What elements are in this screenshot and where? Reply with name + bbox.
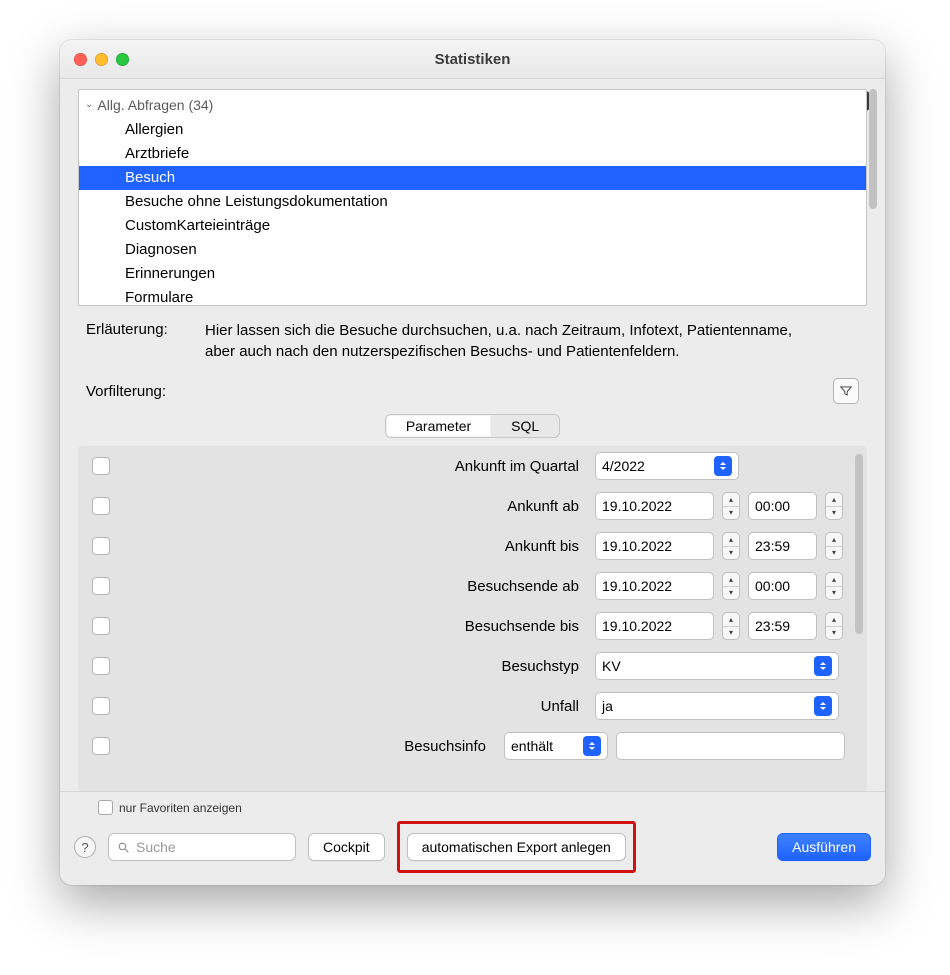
param-checkbox[interactable] <box>92 497 110 515</box>
time-input[interactable]: 00:00 <box>748 492 817 520</box>
select-value: KV <box>602 658 621 674</box>
parameter-panel: Ankunft im Quartal 4/2022 Ankunft ab <box>78 446 867 791</box>
date-input[interactable]: 19.10.2022 <box>595 572 714 600</box>
help-button[interactable]: ? <box>74 836 96 858</box>
param-checkbox[interactable] <box>92 697 110 715</box>
tree-group-header[interactable]: ⌄ Allg. Abfragen (34) <box>79 90 866 118</box>
time-stepper[interactable]: ▴▾ <box>825 572 843 600</box>
titlebar: Statistiken <box>60 40 885 79</box>
scrollbar-thumb[interactable] <box>869 89 877 209</box>
search-icon <box>117 841 130 854</box>
select-arrows-icon <box>583 736 601 756</box>
accident-select[interactable]: ja <box>595 692 839 720</box>
search-placeholder: Suche <box>136 839 176 855</box>
tree-item[interactable]: Besuche ohne Leistungsdokumentation <box>79 190 866 214</box>
param-label: Unfall <box>120 698 585 715</box>
param-label: Ankunft ab <box>120 498 585 515</box>
explanation-label: Erläuterung: <box>86 320 191 338</box>
param-label: Ankunft bis <box>120 538 585 555</box>
tree-group-label: Allg. Abfragen (34) <box>97 93 213 117</box>
search-input[interactable]: Suche <box>108 833 296 861</box>
time-stepper[interactable]: ▴▾ <box>825 612 843 640</box>
text-input[interactable] <box>616 732 845 760</box>
tree-item[interactable]: Formulare <box>79 286 866 306</box>
tree-item-selected[interactable]: Besuch <box>79 166 866 190</box>
date-input[interactable]: 19.10.2022 <box>595 492 714 520</box>
visit-type-select[interactable]: KV <box>595 652 839 680</box>
cockpit-button[interactable]: Cockpit <box>308 833 385 861</box>
parameter-scrollbar[interactable] <box>855 454 863 783</box>
tab-parameter[interactable]: Parameter <box>386 415 491 437</box>
select-arrows-icon <box>814 656 832 676</box>
tree-item[interactable]: Erinnerungen <box>79 262 866 286</box>
tree-item[interactable]: Diagnosen <box>79 238 866 262</box>
date-input[interactable]: 19.10.2022 <box>595 532 714 560</box>
param-label: Besuchsende ab <box>120 578 585 595</box>
param-row: Ankunft ab 19.10.2022 ▴▾ 00:00 ▴▾ <box>88 492 845 520</box>
param-row: Ankunft bis 19.10.2022 ▴▾ 23:59 ▴▾ <box>88 532 845 560</box>
param-checkbox[interactable] <box>92 457 110 475</box>
operator-select[interactable]: enthält <box>504 732 608 760</box>
scrollbar-thumb[interactable] <box>855 454 863 634</box>
parameter-sql-tabs: Parameter SQL <box>385 414 560 438</box>
date-stepper[interactable]: ▴▾ <box>722 532 740 560</box>
explanation-text: Hier lassen sich die Besuche durchsuchen… <box>205 320 859 362</box>
prefilter-label: Vorfilterung: <box>86 383 166 400</box>
param-checkbox[interactable] <box>92 737 110 755</box>
select-value: enthält <box>511 738 553 754</box>
select-arrows-icon <box>714 456 732 476</box>
param-checkbox[interactable] <box>92 577 110 595</box>
param-row: Besuchsende bis 19.10.2022 ▴▾ 23:59 ▴▾ <box>88 612 845 640</box>
param-row: Besuchsinfo enthält <box>88 732 845 760</box>
time-stepper[interactable]: ▴▾ <box>825 532 843 560</box>
highlight-annotation: automatischen Export anlegen <box>397 821 636 873</box>
time-stepper[interactable]: ▴▾ <box>825 492 843 520</box>
quarter-select[interactable]: 4/2022 <box>595 452 739 480</box>
param-checkbox[interactable] <box>92 657 110 675</box>
tree-item[interactable]: Allergien <box>79 118 866 142</box>
run-button[interactable]: Ausführen <box>777 833 871 861</box>
window-zoom-button[interactable] <box>116 53 129 66</box>
statistics-window: Statistiken ⌄ Allg. Abfragen (34) Allerg… <box>60 40 885 885</box>
favorites-only-checkbox[interactable] <box>98 800 113 815</box>
param-label: Besuchsende bis <box>120 618 585 635</box>
prefilter-button[interactable] <box>833 378 859 404</box>
tree-item[interactable]: CustomKarteieinträge <box>79 214 866 238</box>
select-arrows-icon <box>814 696 832 716</box>
tab-sql[interactable]: SQL <box>491 415 559 437</box>
date-stepper[interactable]: ▴▾ <box>722 612 740 640</box>
param-checkbox[interactable] <box>92 537 110 555</box>
footer: nur Favoriten anzeigen ? Suche Cockpit a… <box>60 791 885 885</box>
date-stepper[interactable]: ▴▾ <box>722 492 740 520</box>
window-minimize-button[interactable] <box>95 53 108 66</box>
date-input[interactable]: 19.10.2022 <box>595 612 714 640</box>
filter-icon <box>839 384 853 398</box>
query-tree[interactable]: ⌄ Allg. Abfragen (34) Allergien Arztbrie… <box>78 89 867 306</box>
param-row: Besuchsende ab 19.10.2022 ▴▾ 00:00 ▴▾ <box>88 572 845 600</box>
favorites-only-label: nur Favoriten anzeigen <box>119 801 242 815</box>
param-row: Unfall ja <box>88 692 845 720</box>
param-checkbox[interactable] <box>92 617 110 635</box>
auto-export-button[interactable]: automatischen Export anlegen <box>407 833 626 861</box>
time-input[interactable]: 23:59 <box>748 532 817 560</box>
param-row: Besuchstyp KV <box>88 652 845 680</box>
window-close-button[interactable] <box>74 53 87 66</box>
param-label: Besuchsinfo <box>404 738 492 755</box>
select-value: 4/2022 <box>602 458 645 474</box>
select-value: ja <box>602 698 613 714</box>
window-title: Statistiken <box>60 51 885 68</box>
param-label: Besuchstyp <box>120 658 585 675</box>
date-stepper[interactable]: ▴▾ <box>722 572 740 600</box>
chevron-down-icon: ⌄ <box>85 93 93 117</box>
param-row: Ankunft im Quartal 4/2022 <box>88 452 845 480</box>
time-input[interactable]: 23:59 <box>748 612 817 640</box>
time-input[interactable]: 00:00 <box>748 572 817 600</box>
param-label: Ankunft im Quartal <box>120 458 585 475</box>
tree-item[interactable]: Arztbriefe <box>79 142 866 166</box>
tree-scrollbar[interactable] <box>869 89 877 304</box>
